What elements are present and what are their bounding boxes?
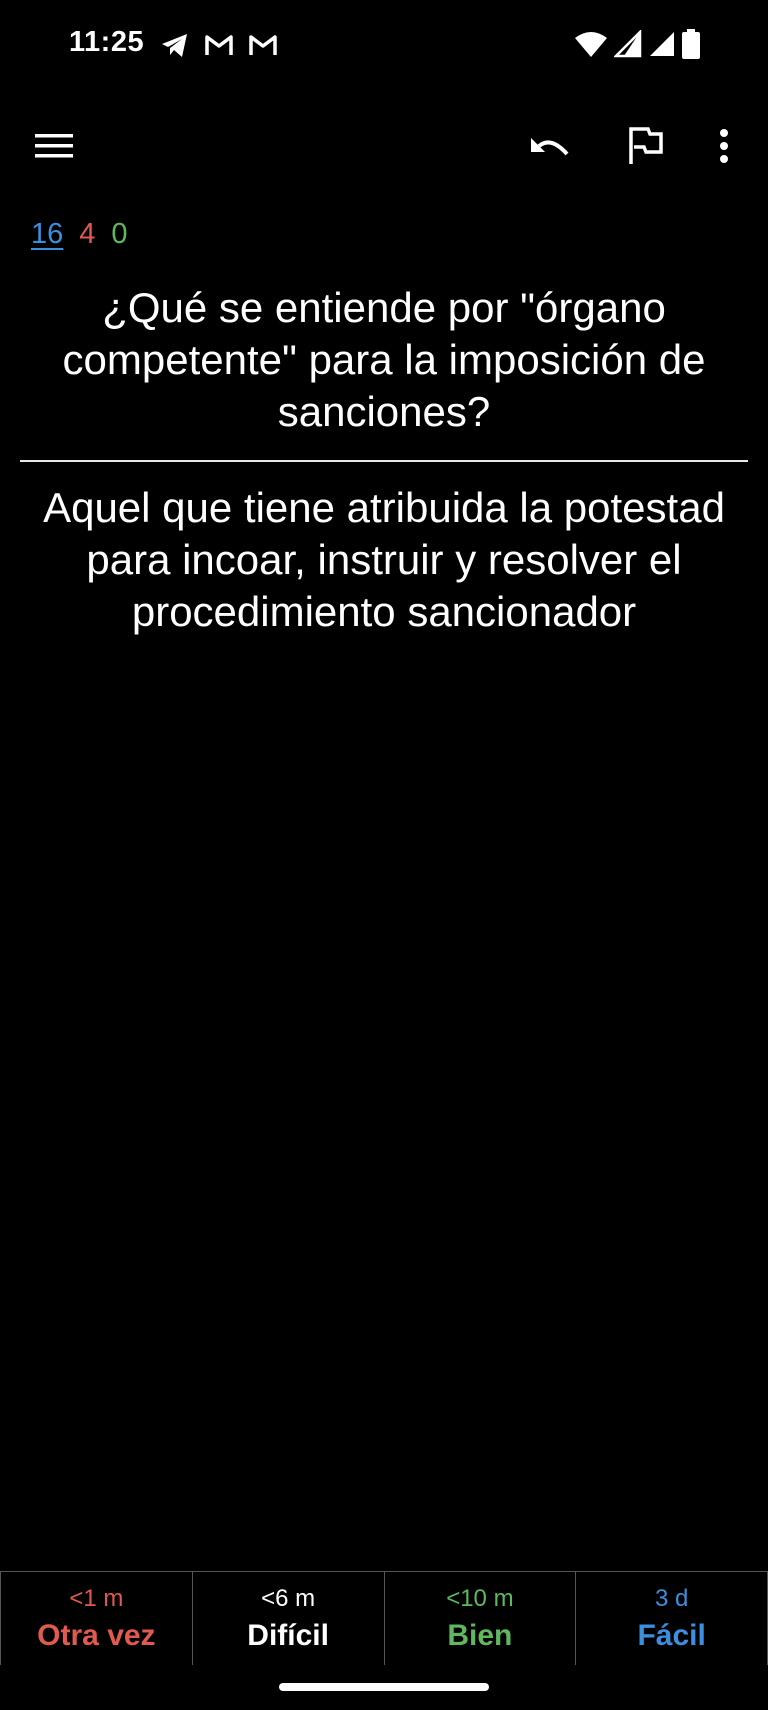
flag-button[interactable] [610, 108, 682, 188]
hard-button[interactable]: <6 m Difícil [191, 1572, 385, 1665]
cell-signal-icon [614, 30, 642, 58]
gmail-icon [248, 33, 278, 57]
again-interval: <1 m [69, 1584, 124, 1612]
status-time: 11:25 [69, 26, 145, 58]
undo-button[interactable] [514, 108, 586, 188]
system-icons [574, 28, 700, 60]
hard-label: Difícil [247, 1618, 329, 1652]
easy-label: Fácil [637, 1618, 706, 1652]
card-question: ¿Qué se entiende por "órgano competente"… [62, 284, 706, 435]
easy-button[interactable]: 3 d Fácil [575, 1572, 768, 1665]
good-interval: <10 m [446, 1584, 514, 1612]
menu-icon [35, 132, 73, 165]
flag-icon [628, 126, 664, 171]
flashcard: ¿Qué se entiende por "órgano competente"… [20, 282, 748, 638]
cell-signal-icon [648, 30, 676, 58]
new-count: 16 [31, 218, 64, 250]
gmail-icon [204, 33, 234, 57]
telegram-icon [160, 31, 190, 59]
more-options-button[interactable] [688, 108, 760, 188]
status-bar: 11:25 [0, 0, 768, 88]
reviewer-toolbar [0, 108, 768, 188]
again-label: Otra vez [37, 1618, 156, 1652]
learning-count: 4 [79, 218, 96, 250]
notification-icons [160, 30, 278, 60]
answer-divider [20, 460, 748, 462]
battery-icon [682, 29, 700, 59]
card-counts: 16 4 0 [31, 218, 128, 251]
gesture-navigation-bar[interactable] [279, 1683, 489, 1691]
card-answer: Aquel que tiene atribuida la potestad pa… [43, 484, 725, 635]
menu-button[interactable] [18, 108, 90, 188]
good-label: Bien [447, 1618, 513, 1652]
more-vert-icon [719, 128, 729, 169]
again-button[interactable]: <1 m Otra vez [0, 1572, 193, 1665]
hard-interval: <6 m [261, 1584, 316, 1612]
answer-buttons: <1 m Otra vez <6 m Difícil <10 m Bien 3 … [0, 1571, 768, 1665]
undo-icon [529, 132, 571, 165]
easy-interval: 3 d [654, 1584, 689, 1612]
wifi-icon [574, 30, 608, 58]
good-button[interactable]: <10 m Bien [383, 1572, 577, 1665]
review-count: 0 [111, 218, 128, 250]
